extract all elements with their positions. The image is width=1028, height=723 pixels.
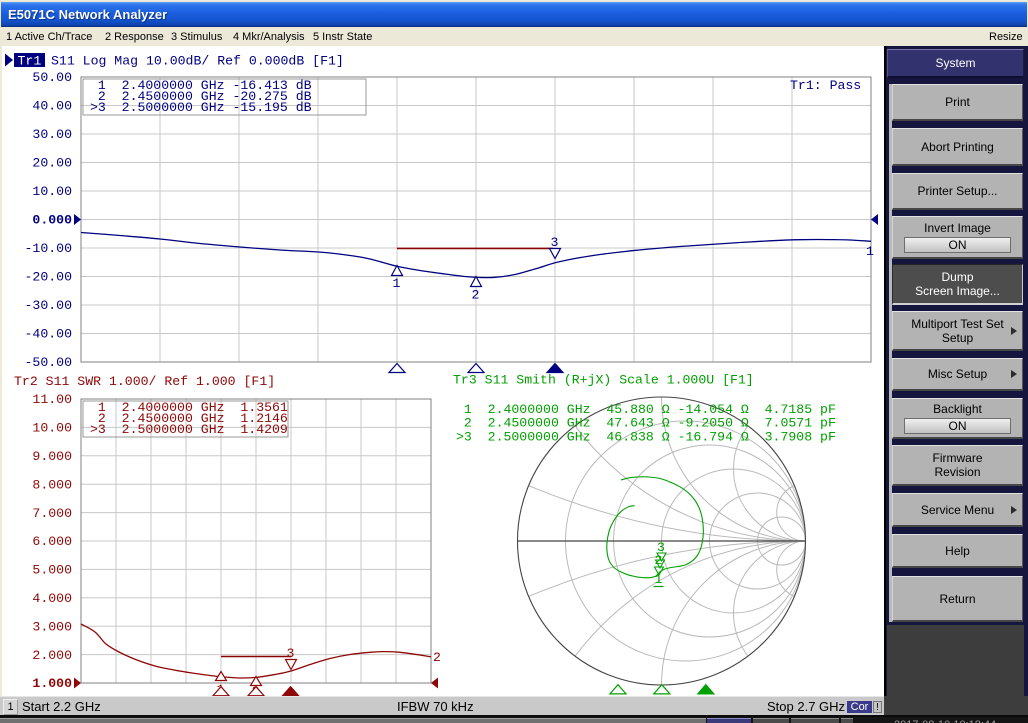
svg-text:20.00: 20.00 [32, 156, 72, 171]
svg-text:-50.00: -50.00 [25, 355, 73, 370]
svg-text:Tr1: Tr1 [18, 54, 42, 69]
svg-text:-10.00: -10.00 [25, 241, 73, 256]
svg-text:8.000: 8.000 [32, 477, 72, 492]
svg-text:40.00: 40.00 [32, 99, 72, 114]
svg-text:30.00: 30.00 [32, 127, 72, 142]
svg-text:1: 1 [393, 276, 401, 291]
svg-text:2.000: 2.000 [32, 648, 72, 663]
svg-text:-40.00: -40.00 [25, 327, 73, 342]
svg-text:7.000: 7.000 [32, 506, 72, 521]
svg-text:1.000: 1.000 [32, 676, 72, 691]
svg-text:>3 2.5000000 GHz -15.195 dB: >3 2.5000000 GHz -15.195 dB [90, 100, 312, 115]
svg-text:3.000: 3.000 [32, 619, 72, 634]
svg-text:9.000: 9.000 [32, 449, 72, 464]
svg-text:Tr1: Pass: Tr1: Pass [790, 78, 861, 93]
svg-text:11.00: 11.00 [32, 392, 72, 407]
svg-text:10.00: 10.00 [32, 421, 72, 436]
svg-text:3: 3 [287, 646, 295, 661]
svg-text:5.000: 5.000 [32, 563, 72, 578]
svg-text:50.00: 50.00 [32, 70, 72, 85]
svg-text:10.00: 10.00 [32, 184, 72, 199]
svg-text:S11 Log Mag 10.00dB/ Ref 0.000: S11 Log Mag 10.00dB/ Ref 0.000dB [F1] [51, 54, 344, 69]
svg-text:Tr3 S11 Smith (R+jX) Scale 1.0: Tr3 S11 Smith (R+jX) Scale 1.000U [F1] [453, 373, 754, 388]
svg-text:Tr2 S11 SWR 1.000/ Ref 1.000 [: Tr2 S11 SWR 1.000/ Ref 1.000 [F1] [14, 374, 275, 389]
svg-text:1: 1 [866, 244, 874, 259]
svg-text:4.000: 4.000 [32, 591, 72, 606]
svg-text:0.000: 0.000 [32, 213, 72, 228]
svg-text:>3 2.5000000 GHz 1.4209: >3 2.5000000 GHz 1.4209 [90, 422, 288, 437]
svg-text:-20.00: -20.00 [25, 270, 73, 285]
svg-text:2: 2 [433, 650, 441, 665]
svg-text:6.000: 6.000 [32, 534, 72, 549]
svg-text:3: 3 [551, 235, 559, 250]
svg-text:2: 2 [472, 288, 480, 303]
svg-text:-30.00: -30.00 [25, 298, 73, 313]
svg-text:1: 1 [655, 572, 663, 587]
svg-text:>3 2.5000000 GHz 46.838 Ω -1: >3 2.5000000 GHz 46.838 Ω -16.794 Ω 3.79… [456, 429, 836, 444]
